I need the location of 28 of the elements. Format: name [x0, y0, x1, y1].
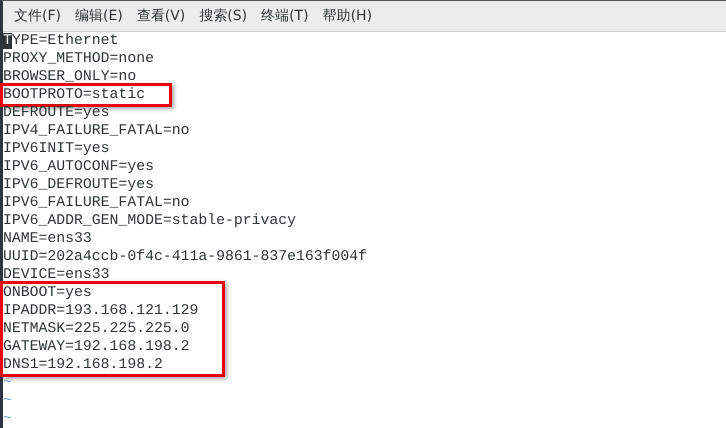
- empty-line-marker: ~: [3, 392, 13, 410]
- empty-line-marker: ~: [3, 374, 13, 392]
- code-line: IPV6_AUTOCONF=yes: [3, 158, 155, 176]
- menu-item[interactable]: 文件(F): [7, 1, 68, 31]
- code-line: IPV6INIT=yes: [3, 140, 111, 158]
- code-line: IPV4_FAILURE_FATAL=no: [3, 122, 190, 140]
- code-line: IPV6_DEFROUTE=yes: [3, 176, 155, 194]
- menu-item[interactable]: 终端(T): [254, 1, 316, 31]
- code-line: BOOTPROTO=static: [3, 86, 146, 104]
- code-line: IPV6_FAILURE_FATAL=no: [3, 194, 190, 212]
- code-line: ONBOOT=yes: [3, 284, 93, 302]
- menu-item[interactable]: 编辑(E): [68, 1, 130, 31]
- code-line: UUID=202a4ccb-0f4c-411a-9861-837e163f004f: [3, 248, 368, 266]
- code-line: PROXY_METHOD=none: [3, 50, 154, 68]
- code-line: BROWSER_ONLY=no: [3, 68, 138, 86]
- code-line: GATEWAY=192.168.198.2: [3, 338, 190, 356]
- menu-item[interactable]: 查看(V): [130, 1, 192, 31]
- code-line: NETMASK=225.225.225.0: [3, 320, 190, 338]
- empty-line-marker: ~: [3, 410, 13, 428]
- code-line: DEVICE=ens33: [3, 266, 111, 284]
- code-line: IPV6_ADDR_GEN_MODE=stable-privacy: [3, 212, 298, 230]
- menu-item[interactable]: 帮助(H): [316, 1, 380, 31]
- code-line: IPADDR=193.168.121.129: [3, 302, 198, 320]
- code-line: NAME=ens33: [3, 230, 93, 248]
- code-line: TYPE=Ethernet: [3, 32, 120, 50]
- menu-item[interactable]: 搜索(S): [192, 1, 254, 31]
- code-line: DEFROUTE=yes: [3, 104, 111, 122]
- code-line: DNS1=192.168.198.2: [3, 356, 164, 374]
